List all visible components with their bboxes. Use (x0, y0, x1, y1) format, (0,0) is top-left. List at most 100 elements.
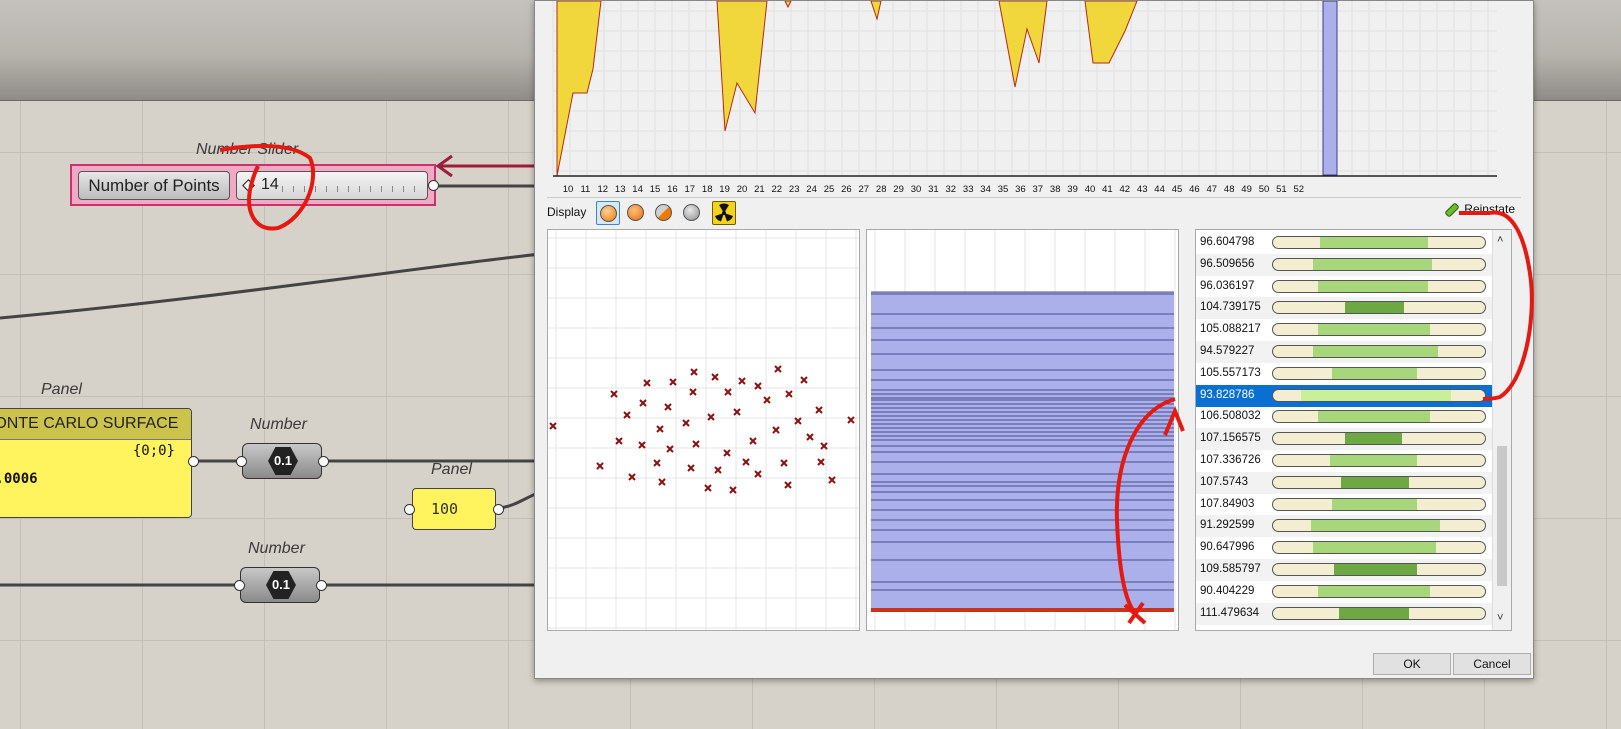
monte-carlo-panel[interactable]: MONTE CARLO SURFACE {0;0} 0.0006 (0, 408, 192, 518)
x-tick-label: 12 (598, 184, 609, 195)
row-genome-bar (1272, 388, 1486, 402)
slider-output-port[interactable] (428, 180, 439, 191)
reinstate-button[interactable]: Reinstate (1443, 201, 1515, 223)
display-mode-1-button[interactable] (596, 201, 620, 225)
galapagos-dialog[interactable]: 10 11 12 13 14 15 16 17 18 19 20 21 22 23 24 25 26 27 28 29… (534, 0, 1534, 679)
x-tick-label: 51 (1276, 184, 1287, 195)
list-item[interactable]: 90.404229 (1196, 581, 1492, 603)
x-tick-label: 16 (667, 184, 678, 195)
list-item[interactable]: 90.647996 (1196, 537, 1492, 559)
wire-long (0, 252, 541, 320)
row-genome-fill (1319, 237, 1428, 248)
scatter-point (656, 425, 664, 433)
list-item[interactable]: 111.479634 (1196, 602, 1492, 625)
orange-ring-icon (627, 204, 644, 221)
annotation-circle (219, 144, 316, 231)
scatter-point (692, 440, 700, 448)
number-output-port-2[interactable] (316, 580, 327, 591)
list-item[interactable]: 91.292599 (1196, 515, 1492, 538)
cancel-button[interactable]: Cancel (1453, 653, 1531, 675)
list-item[interactable]: 107.84903 (1196, 494, 1492, 516)
x-tick-label: 25 (824, 184, 835, 195)
panel-output-port[interactable] (188, 456, 199, 467)
row-fitness-value: 104.739175 (1200, 301, 1261, 314)
x-tick-label: 35 (998, 184, 1009, 195)
scatter-point (596, 462, 604, 470)
number-node-1[interactable]: 0.1 (242, 443, 322, 479)
row-genome-bar (1272, 584, 1486, 598)
slider-name[interactable]: Number of Points (78, 171, 230, 200)
display-mode-2-button[interactable] (624, 201, 648, 225)
x-tick-label: 49 (1241, 184, 1252, 195)
scatter-point (687, 464, 695, 472)
list-item[interactable]: 96.036197 (1196, 276, 1492, 298)
x-tick-label: 20 (737, 184, 748, 195)
x-tick-label: 46 (1189, 184, 1200, 195)
number-input-port-2[interactable] (234, 580, 245, 591)
x-tick-label: 42 (1120, 184, 1131, 195)
row-fitness-value: 96.509656 (1200, 257, 1255, 270)
row-fitness-value: 105.557173 (1200, 366, 1261, 379)
list-item[interactable]: 104.739175 (1196, 297, 1492, 320)
number-output-port-1[interactable] (318, 456, 329, 467)
x-tick-label: 27 (859, 184, 870, 195)
row-fitness-value: 91.292599 (1200, 519, 1255, 532)
row-genome-bar (1272, 497, 1486, 511)
scatter-point (815, 406, 823, 414)
scatter-point (763, 396, 771, 404)
scatter-point (749, 437, 757, 445)
list-item[interactable]: 107.156575 (1196, 428, 1492, 451)
panel-100[interactable]: 100 (412, 488, 496, 530)
row-genome-fill (1311, 520, 1441, 532)
row-fitness-value: 107.156575 (1200, 432, 1261, 445)
display-mode-3-button[interactable] (652, 201, 676, 225)
row-fitness-value: 93.828786 (1200, 388, 1255, 401)
list-item[interactable]: 96.509656 (1196, 253, 1492, 276)
panel100-output-port[interactable] (493, 504, 504, 515)
scatter-point (784, 481, 792, 489)
scatter-point (772, 426, 780, 434)
radiation-button[interactable] (712, 201, 736, 225)
x-tick-label: 29 (893, 184, 904, 195)
row-fitness-value: 105.088217 (1200, 323, 1261, 336)
fitness-list[interactable]: 96.604798 96.509656 96.036197 104.739175 105… (1195, 229, 1512, 631)
scatter-point (669, 378, 677, 386)
chevron-up-icon[interactable]: ˄ (1497, 234, 1503, 246)
list-scrollbar[interactable]: ˄ ˅ (1492, 230, 1511, 630)
ok-button[interactable]: OK (1373, 653, 1451, 675)
list-item[interactable]: 107.5743 (1196, 471, 1492, 494)
row-fitness-value: 107.84903 (1200, 497, 1255, 510)
list-item[interactable]: 107.336726 (1196, 450, 1492, 472)
scatter-point (682, 419, 690, 427)
scatter-point (664, 403, 672, 411)
scatter-point (549, 422, 557, 430)
panel2-label: Panel (431, 461, 472, 478)
row-genome-fill (1317, 324, 1430, 336)
panel-address: {0;0} (132, 443, 175, 459)
scroll-thumb[interactable] (1497, 446, 1507, 586)
list-item[interactable]: 93.828786 (1196, 384, 1492, 407)
row-genome-bar (1272, 236, 1486, 249)
list-item[interactable]: 96.604798 (1196, 232, 1492, 254)
number-input-port-1[interactable] (236, 456, 247, 467)
list-item[interactable]: 106.508032 (1196, 406, 1492, 428)
row-fitness-value: 96.036197 (1200, 279, 1255, 292)
fitness-area-3 (784, 1, 792, 9)
list-item[interactable]: 105.557173 (1196, 363, 1492, 385)
number-label-2: Number (248, 540, 305, 557)
list-item[interactable]: 94.579227 (1196, 341, 1492, 363)
scatter-point (690, 368, 698, 376)
row-genome-bar (1272, 301, 1486, 315)
panel100-input-port[interactable] (404, 504, 415, 515)
display-mode-4-button[interactable] (680, 201, 704, 225)
x-tick-label: 36 (1015, 184, 1026, 195)
number-node-2[interactable]: 0.1 (240, 567, 320, 603)
scatter-point (723, 449, 731, 457)
row-genome-fill (1313, 346, 1439, 357)
selected-generation-bar (1322, 1, 1338, 176)
chevron-down-icon[interactable]: ˅ (1497, 612, 1503, 624)
list-item[interactable]: 109.585797 (1196, 559, 1492, 581)
row-genome-fill (1345, 302, 1405, 314)
row-genome-bar (1272, 519, 1486, 533)
list-item[interactable]: 105.088217 (1196, 319, 1492, 341)
